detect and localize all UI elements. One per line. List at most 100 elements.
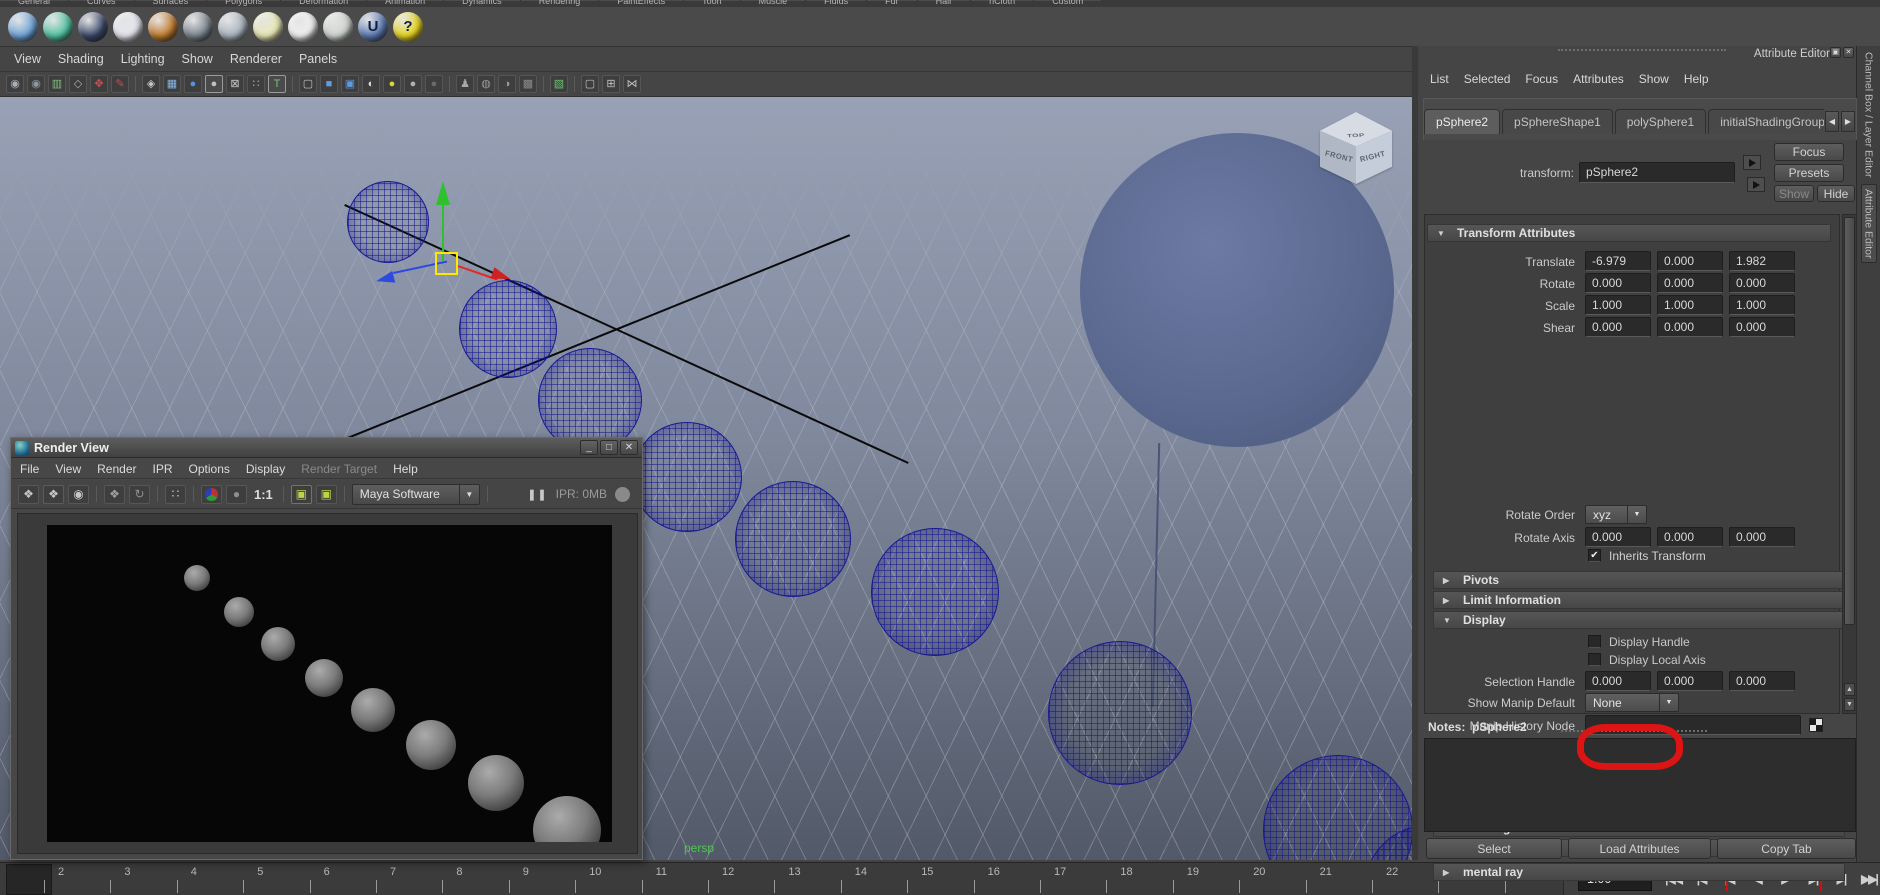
inherits-transform-checkbox[interactable]: ✔ xyxy=(1588,549,1601,562)
shelf-tab-animation[interactable]: Animation xyxy=(367,0,445,6)
plain-cube-icon[interactable]: ▢ xyxy=(581,75,599,93)
ipr-stop-icon[interactable] xyxy=(615,486,630,502)
node-tab-polysphere1[interactable]: polySphere1 xyxy=(1614,109,1707,134)
node-tab-psphereshape1[interactable]: pSphereShape1 xyxy=(1502,109,1613,134)
frame-tick[interactable] xyxy=(1106,880,1108,893)
frame-tick[interactable] xyxy=(840,880,842,893)
shelf-tab-muscle[interactable]: Muscle xyxy=(740,0,807,6)
render-view-menu-file[interactable]: File xyxy=(20,462,39,476)
rgb-channels-icon[interactable] xyxy=(201,484,222,504)
shelf-tab-deformation[interactable]: Deformation xyxy=(281,0,368,6)
shelf-tab-surfaces[interactable]: Surfaces xyxy=(134,0,208,6)
default-material-icon[interactable]: ∷ xyxy=(247,75,265,93)
soft-sphere-icon[interactable]: ◍ xyxy=(477,75,495,93)
wireframe-display-icon[interactable]: ◈ xyxy=(142,75,160,93)
maximize-button[interactable]: □ xyxy=(600,440,618,455)
tab-scroll-left-button[interactable]: ◀ xyxy=(1825,111,1839,132)
frame-tick[interactable] xyxy=(1305,880,1307,893)
minimize-button[interactable]: _ xyxy=(580,440,598,455)
frame-tick[interactable] xyxy=(1040,880,1041,893)
select-button[interactable]: Select xyxy=(1426,838,1562,859)
show-manip-default-dropdown[interactable]: None ▼ xyxy=(1585,693,1679,712)
refresh-ipr-icon[interactable]: ↻ xyxy=(129,484,150,504)
rotate-field-y[interactable]: 0.000 xyxy=(1657,273,1723,293)
scroll-up-button[interactable]: ▲ xyxy=(1844,683,1855,696)
wireframe-sphere-1[interactable] xyxy=(347,181,429,263)
wireframe-sphere-6[interactable] xyxy=(871,528,999,656)
pane-layout-icon[interactable]: ⊞ xyxy=(602,75,620,93)
frame-tick[interactable] xyxy=(508,880,510,893)
rotate-field-x[interactable]: 0.000 xyxy=(1585,273,1651,293)
shear-field-y[interactable]: 0.000 xyxy=(1657,317,1723,337)
viewport-menu-lighting[interactable]: Lighting xyxy=(121,52,165,66)
render-current-frame-icon[interactable]: ❖ xyxy=(18,484,39,504)
shelf-tab-ncloth[interactable]: nCloth xyxy=(971,0,1035,6)
flower-brush-dark-icon[interactable] xyxy=(323,11,353,42)
attribute-editor-toggle[interactable]: Attribute Editor xyxy=(1860,183,1877,263)
time-slider[interactable]: 23456789101112131415161718192021222324 xyxy=(0,863,1564,895)
ae-menu-selected[interactable]: Selected xyxy=(1464,72,1511,86)
section-pivots[interactable]: ▶ Pivots xyxy=(1433,571,1845,589)
remove-image-icon[interactable]: ▣ xyxy=(315,484,337,504)
film-gate-icon[interactable]: ▥ xyxy=(48,75,66,93)
redo-previous-render-icon[interactable]: ❖ xyxy=(43,484,64,504)
image-plane-icon[interactable] xyxy=(218,11,248,42)
shelf-tab-hair[interactable]: Hair xyxy=(917,0,972,6)
shear-field-z[interactable]: 0.000 xyxy=(1729,317,1795,337)
tab-scroll-right-button[interactable]: ▶ xyxy=(1841,111,1855,132)
shelf-tab-toon[interactable]: Toon xyxy=(684,0,741,6)
motion-blur-cube-icon[interactable]: ▩ xyxy=(519,75,537,93)
go-to-end-button[interactable]: ▶▶| xyxy=(1856,866,1880,892)
show-output-connections-icon[interactable] xyxy=(1747,177,1765,192)
show-button[interactable]: Show xyxy=(1774,185,1814,202)
help-icon[interactable]: ? xyxy=(393,11,423,42)
presets-button[interactable]: Presets xyxy=(1774,164,1844,182)
section-mental-ray[interactable]: ▶ mental ray xyxy=(1433,863,1845,881)
node-tab-initialshadinggroup[interactable]: initialShadingGroup xyxy=(1708,109,1824,134)
render-view-menu-display[interactable]: Display xyxy=(246,462,285,476)
shelf-tab-rendering[interactable]: Rendering xyxy=(520,0,600,6)
render-view-menu-view[interactable]: View xyxy=(55,462,81,476)
wireframe-sphere-4[interactable] xyxy=(632,422,742,532)
frame-tick[interactable] xyxy=(243,880,245,893)
section-transform-attributes[interactable]: ▼ Transform Attributes xyxy=(1427,224,1831,242)
alpha-channel-icon[interactable]: ● xyxy=(226,484,247,504)
frame-tick[interactable] xyxy=(1172,880,1174,893)
shelf-tab-custom[interactable]: Custom xyxy=(1034,0,1103,6)
letter-u-icon[interactable]: U xyxy=(358,11,388,42)
frame-tick[interactable] xyxy=(376,880,377,893)
render-view-menu-options[interactable]: Options xyxy=(189,462,230,476)
keep-image-icon[interactable]: ▣ xyxy=(290,484,312,504)
frame-tick[interactable] xyxy=(176,880,178,893)
dark-sphere-icon[interactable]: ● xyxy=(425,75,443,93)
solid-cube-icon[interactable]: ■ xyxy=(320,75,338,93)
textured-display-icon[interactable]: T xyxy=(268,75,286,93)
gray-sphere-icon[interactable]: ● xyxy=(404,75,422,93)
selection-handle-field-z[interactable]: 0.000 xyxy=(1729,671,1795,691)
frame-tick[interactable] xyxy=(1438,880,1440,893)
viewport-menu-panels[interactable]: Panels xyxy=(299,52,337,66)
current-frame-indicator[interactable] xyxy=(6,864,52,895)
camera-settings-icon[interactable]: ◉ xyxy=(27,75,45,93)
attribute-scrollbar[interactable]: ▲ ▼ xyxy=(1842,214,1857,714)
frame-tick[interactable] xyxy=(110,880,112,893)
transform-name-field[interactable]: pSphere2 xyxy=(1579,162,1735,183)
paintfx-sphere-checker-icon[interactable] xyxy=(113,11,143,42)
display-handle-checkbox[interactable] xyxy=(1588,635,1601,648)
ipr-render-icon[interactable]: ❖ xyxy=(104,484,125,504)
render-view-titlebar[interactable]: Render View _ □ ✕ xyxy=(11,438,642,458)
rotate-order-dropdown[interactable]: xyz ▼ xyxy=(1585,505,1647,524)
shaded-display-icon[interactable]: ● xyxy=(184,75,202,93)
rotate-axis-field-x[interactable]: 0.000 xyxy=(1585,527,1651,547)
isolate-select-icon[interactable]: ▧ xyxy=(550,75,568,93)
xray-bust-icon[interactable]: ♟ xyxy=(456,75,474,93)
shelf-tab-fluids[interactable]: Fluids xyxy=(806,0,868,6)
rendered-image[interactable] xyxy=(47,525,612,842)
renderer-dropdown[interactable]: Maya Software ▼ xyxy=(351,483,480,505)
ae-menu-attributes[interactable]: Attributes xyxy=(1573,72,1624,86)
hypergraph-link-icon[interactable]: ⋈ xyxy=(623,75,641,93)
ae-menu-show[interactable]: Show xyxy=(1639,72,1669,86)
snapshot-icon[interactable]: ◉ xyxy=(68,484,89,504)
checker-sphere-icon[interactable]: ◐ xyxy=(362,75,380,93)
frame-tick[interactable] xyxy=(774,880,776,893)
